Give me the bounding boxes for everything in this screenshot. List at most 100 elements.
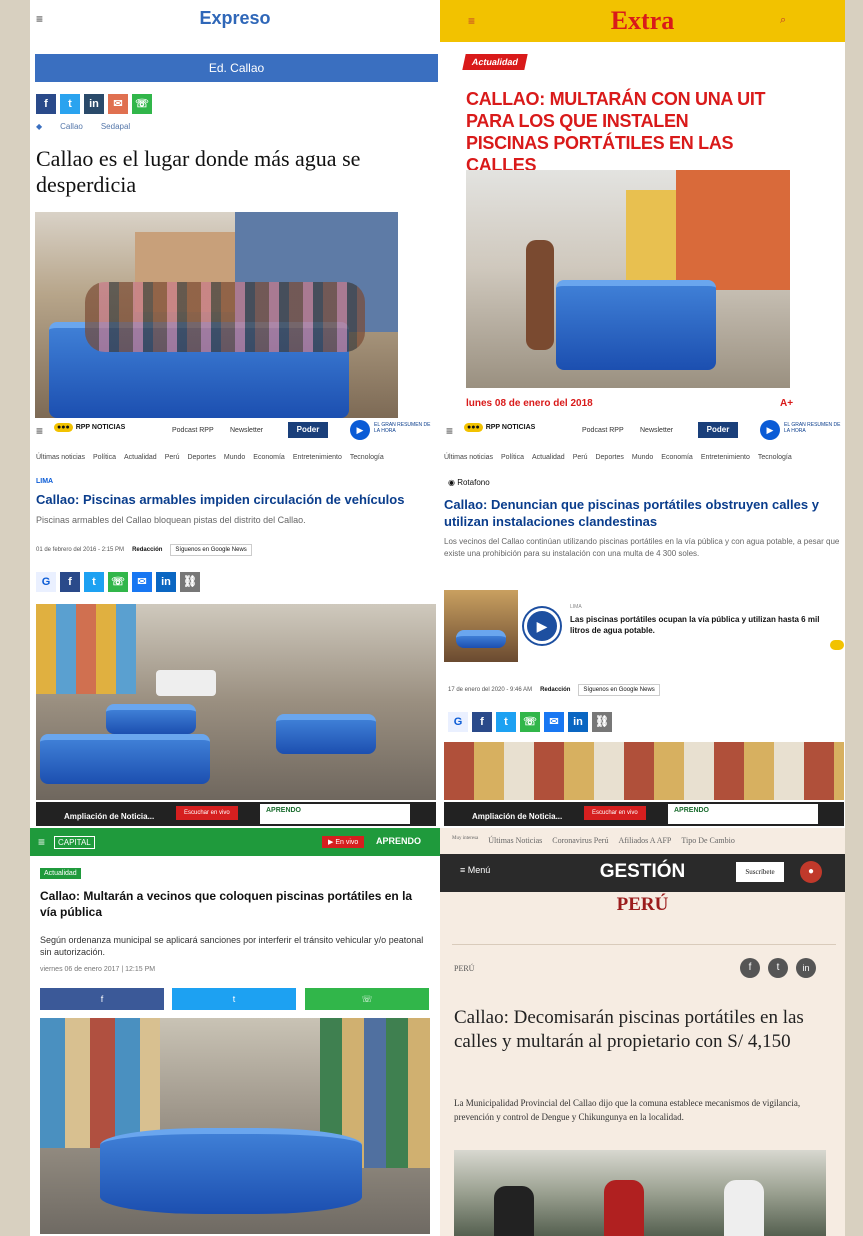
top-nav-item[interactable]: Muy interesa	[452, 836, 478, 845]
google-news-button[interactable]: Síguenos en Google News	[170, 544, 252, 556]
whatsapp-share-button[interactable]: ☏	[305, 988, 429, 1010]
nav-item[interactable]: Entretenimiento	[701, 454, 750, 461]
rpp-logo[interactable]: ●●● RPP NOTICIAS	[54, 423, 125, 432]
facebook-icon[interactable]: f	[472, 712, 492, 732]
twitter-icon[interactable]: t	[496, 712, 516, 732]
whatsapp-icon[interactable]: ☏	[520, 712, 540, 732]
whatsapp-icon[interactable]: ☏	[108, 572, 128, 592]
video-thumbnail[interactable]	[444, 590, 518, 662]
rpp-logo[interactable]: ●●● RPP NOTICIAS	[464, 423, 535, 432]
google-news-icon[interactable]: G	[36, 572, 56, 592]
linkedin-icon[interactable]: in	[156, 572, 176, 592]
aprendo-logo[interactable]: APRENDO	[376, 836, 421, 846]
facebook-icon[interactable]: f	[60, 572, 80, 592]
podcast-link[interactable]: Podcast RPP	[582, 427, 624, 434]
play-icon[interactable]: ▶	[760, 420, 780, 440]
google-news-icon[interactable]: G	[448, 712, 468, 732]
menu-icon[interactable]: ≡	[38, 835, 45, 849]
nav-item[interactable]: Entretenimiento	[293, 454, 342, 461]
gestion-kicker[interactable]: PERÚ	[454, 964, 474, 973]
link-icon[interactable]: ⛓	[180, 572, 200, 592]
top-nav-item[interactable]: Afiliados A AFP	[618, 836, 671, 845]
rpp-right-headline[interactable]: Callao: Denuncian que piscinas portátile…	[444, 496, 840, 530]
nav-item[interactable]: Actualidad	[532, 454, 565, 461]
tag-sedapal[interactable]: Sedapal	[101, 122, 130, 131]
twitter-icon[interactable]: t	[84, 572, 104, 592]
whatsapp-icon[interactable]: ☏	[132, 94, 152, 114]
category-badge[interactable]: Actualidad	[462, 54, 528, 70]
category-badge[interactable]: Actualidad	[40, 868, 81, 879]
nav-item[interactable]: Perú	[165, 454, 180, 461]
listen-live-button[interactable]: Escuchar en vivo	[176, 806, 238, 820]
messenger-icon[interactable]: ✉	[132, 572, 152, 592]
top-nav-item[interactable]: Tipo De Cambio	[681, 836, 735, 845]
kicker[interactable]: LIMA	[36, 478, 53, 485]
nav-item[interactable]: Actualidad	[124, 454, 157, 461]
nav-item[interactable]: Tecnología	[350, 454, 384, 461]
nav-item[interactable]: Mundo	[632, 454, 653, 461]
expreso-headline[interactable]: Callao es el lugar donde más agua se des…	[36, 146, 436, 198]
facebook-icon[interactable]: f	[740, 958, 760, 978]
nav-item[interactable]: Últimas noticias	[36, 454, 85, 461]
linkedin-icon[interactable]: in	[568, 712, 588, 732]
menu-icon[interactable]: ≡	[446, 424, 453, 438]
gestion-logo[interactable]: GESTIÓN	[440, 861, 845, 883]
linkedin-icon[interactable]: in	[84, 94, 104, 114]
nav-item[interactable]: Economía	[253, 454, 285, 461]
nav-item[interactable]: Tecnología	[758, 454, 792, 461]
video-play-icon[interactable]: ▶	[524, 608, 560, 644]
link-icon[interactable]: ⛓	[592, 712, 612, 732]
nav-item[interactable]: Deportes	[187, 454, 215, 461]
google-news-button[interactable]: Síguenos en Google News	[578, 684, 660, 696]
player-title[interactable]: Ampliación de Noticia...	[472, 812, 562, 821]
aprendo-banner[interactable]: APRENDO	[668, 804, 818, 824]
email-icon[interactable]: ✉	[108, 94, 128, 114]
nav-item[interactable]: Política	[501, 454, 524, 461]
nav-item[interactable]: Economía	[661, 454, 693, 461]
section-bar[interactable]: Ed. Callao	[35, 54, 438, 82]
video-kicker: LIMA	[570, 604, 582, 610]
video-caption[interactable]: Las piscinas portátiles ocupan la vía pú…	[570, 614, 820, 636]
capital-headline[interactable]: Callao: Multarán a vecinos que coloquen …	[40, 888, 430, 920]
rpp-left-headline[interactable]: Callao: Piscinas armables impiden circul…	[36, 492, 436, 507]
twitter-icon[interactable]: t	[768, 958, 788, 978]
extra-photo	[466, 170, 790, 388]
byline[interactable]: Redacción	[132, 547, 162, 553]
nav-item[interactable]: Últimas noticias	[444, 454, 493, 461]
live-button[interactable]: ▶ En vivo	[322, 836, 365, 848]
linkedin-icon[interactable]: in	[796, 958, 816, 978]
gestion-headline[interactable]: Callao: Decomisarán piscinas portátiles …	[454, 1006, 834, 1054]
capital-logo[interactable]: CAPITAL	[54, 836, 95, 849]
nav-item[interactable]: Deportes	[595, 454, 623, 461]
rotafono-kicker[interactable]: ◉ Rotafono	[448, 478, 490, 487]
newsletter-link[interactable]: Newsletter	[230, 427, 263, 434]
aprendo-banner[interactable]: APRENDO	[260, 804, 410, 824]
poder-logo[interactable]: Poder	[698, 422, 738, 438]
menu-icon[interactable]: ≡	[36, 424, 43, 438]
top-nav-item[interactable]: Últimas Noticias	[488, 836, 542, 845]
tag-callao[interactable]: Callao	[60, 122, 83, 131]
listen-live-button[interactable]: Escuchar en vivo	[584, 806, 646, 820]
subscribe-button[interactable]: Suscríbete	[736, 862, 784, 882]
nav-item[interactable]: Perú	[573, 454, 588, 461]
expreso-logo[interactable]: Expreso	[30, 8, 440, 29]
newsletter-link[interactable]: Newsletter	[640, 427, 673, 434]
extra-headline[interactable]: CALLAO: MULTARÁN CON UNA UIT PARA LOS QU…	[466, 88, 766, 176]
play-icon[interactable]: ▶	[350, 420, 370, 440]
facebook-icon[interactable]: f	[36, 94, 56, 114]
nav-item[interactable]: Mundo	[224, 454, 245, 461]
podcast-link[interactable]: Podcast RPP	[172, 427, 214, 434]
search-icon[interactable]: ⌕	[780, 14, 786, 27]
top-nav-item[interactable]: Coronavirus Perú	[552, 836, 608, 845]
poder-logo[interactable]: Poder	[288, 422, 328, 438]
nav-item[interactable]: Política	[93, 454, 116, 461]
user-icon[interactable]: ●	[800, 861, 822, 883]
player-title[interactable]: Ampliación de Noticia...	[64, 812, 154, 821]
messenger-icon[interactable]: ✉	[544, 712, 564, 732]
facebook-share-button[interactable]: f	[40, 988, 164, 1010]
twitter-icon[interactable]: t	[60, 94, 80, 114]
font-size-toggle[interactable]: A+	[780, 398, 793, 409]
byline[interactable]: Redacción	[540, 687, 570, 693]
gestion-section-title[interactable]: PERÚ	[440, 894, 845, 916]
twitter-share-button[interactable]: t	[172, 988, 296, 1010]
